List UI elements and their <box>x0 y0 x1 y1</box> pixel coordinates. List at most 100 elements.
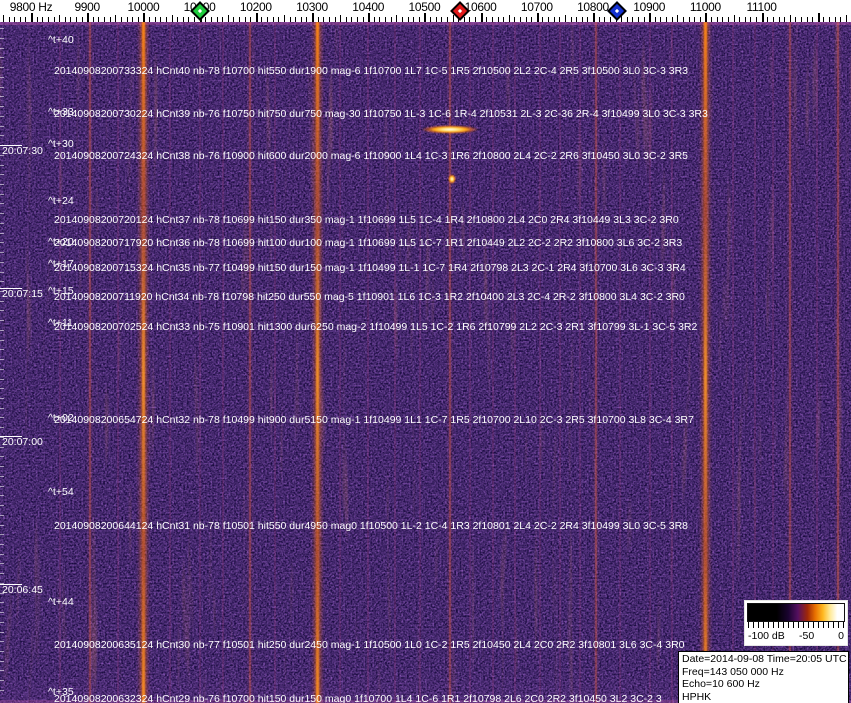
detection-data-line: 20140908200644124 hCnt31 nb-78 f10501 hi… <box>54 520 688 532</box>
time-second-tick <box>0 47 4 49</box>
db-label-max: 0 <box>838 630 844 642</box>
spectrogram-app-window: 9800 Hz990010000101001020010300104001050… <box>0 0 851 703</box>
db-scale-tick <box>798 622 799 628</box>
freq-tick <box>424 13 427 22</box>
info-echo-frequency: Echo=10 600 Hz <box>682 678 760 690</box>
detection-data-line: 20140908200702524 hCnt33 nb-75 f10901 hi… <box>54 321 698 333</box>
time-second-tick <box>0 689 4 691</box>
time-second-tick <box>0 407 4 409</box>
time-second-tick <box>0 612 4 613</box>
freq-tick <box>660 17 662 22</box>
freq-tick <box>795 17 797 22</box>
freq-tick <box>278 17 280 22</box>
db-scale-tick <box>828 622 829 628</box>
freq-tick <box>733 15 735 22</box>
time-second-tick <box>0 359 4 361</box>
freq-tick <box>407 17 409 22</box>
db-scale-tick <box>778 622 779 628</box>
db-scale-tick <box>768 622 769 628</box>
freq-tick <box>390 17 392 22</box>
freq-tick <box>14 17 16 22</box>
time-second-tick <box>0 514 4 516</box>
detection-data-line: 20140908200654724 hCnt32 nb-78 f10499 hi… <box>54 414 694 426</box>
freq-tick <box>64 17 66 22</box>
freq-tick <box>626 17 628 22</box>
freq-tick <box>446 17 448 22</box>
detection-time-marker: ^t+54 <box>48 486 74 498</box>
freq-tick <box>53 17 55 22</box>
db-scale-tick <box>748 622 749 628</box>
freq-tick <box>312 13 314 22</box>
freq-tick <box>233 17 235 22</box>
freq-tick <box>750 17 752 22</box>
freq-tick <box>486 17 488 22</box>
time-second-tick <box>0 651 4 652</box>
freq-tick <box>222 17 224 22</box>
freq-label: 9800 Hz <box>9 0 53 14</box>
freq-tick <box>227 15 229 22</box>
db-scale-tick <box>838 622 839 628</box>
freq-tick <box>463 17 465 22</box>
freq-tick <box>756 17 757 22</box>
freq-tick <box>149 17 150 22</box>
time-second-tick <box>0 641 4 643</box>
time-label: 20:07:15 <box>2 288 43 300</box>
time-second-tick <box>0 475 4 477</box>
freq-tick <box>536 13 539 22</box>
time-second-tick <box>0 631 4 633</box>
time-second-tick <box>0 67 4 69</box>
freq-tick <box>19 17 21 22</box>
freq-tick <box>283 15 285 22</box>
freq-tick <box>340 15 342 22</box>
freq-tick <box>306 17 308 22</box>
db-scale-tick <box>833 622 834 628</box>
freq-tick <box>267 17 268 22</box>
db-scale-tick <box>808 622 809 628</box>
time-second-tick <box>0 271 4 273</box>
freq-tick <box>514 17 516 22</box>
time-second-tick <box>0 543 4 545</box>
time-second-tick <box>0 456 4 458</box>
freq-tick <box>716 17 718 22</box>
time-second-tick <box>0 222 4 224</box>
freq-tick <box>177 17 179 22</box>
freq-tick <box>800 17 802 22</box>
freq-tick <box>143 13 146 22</box>
freq-tick <box>104 17 106 22</box>
freq-tick <box>638 17 639 22</box>
info-station-id: HPHK <box>682 690 712 703</box>
freq-tick <box>216 17 218 22</box>
freq-tick <box>722 17 724 22</box>
freq-tick <box>59 15 61 22</box>
freq-tick <box>154 17 156 22</box>
time-second-tick <box>0 115 4 117</box>
time-second-tick <box>0 368 4 370</box>
db-scale-labels: -100 dB -50 0 <box>747 630 845 644</box>
detection-time-marker: ^t+24 <box>48 195 74 207</box>
freq-tick <box>435 17 437 22</box>
freq-tick <box>87 13 90 22</box>
freq-tick <box>36 17 38 22</box>
time-second-tick <box>0 495 4 497</box>
freq-tick <box>739 17 741 22</box>
freq-tick <box>671 17 673 22</box>
frequency-ruler: 9800 Hz990010000101001020010300104001050… <box>0 0 851 22</box>
freq-tick <box>694 17 696 22</box>
db-scale-tick <box>758 622 759 628</box>
time-second-tick <box>0 602 4 604</box>
time-second-tick <box>0 300 4 302</box>
freq-tick <box>823 17 825 22</box>
freq-tick <box>115 15 117 22</box>
time-second-tick <box>0 281 4 283</box>
freq-tick <box>2 15 4 22</box>
db-label-mid: -50 <box>799 630 815 642</box>
time-second-tick <box>0 329 4 331</box>
freq-tick <box>654 17 656 22</box>
freq-tick <box>244 17 246 22</box>
freq-tick <box>503 17 505 22</box>
freq-label: 10500 <box>408 0 441 14</box>
freq-tick <box>160 17 162 22</box>
freq-tick <box>553 17 555 22</box>
time-second-tick <box>0 320 4 322</box>
freq-tick <box>542 17 544 22</box>
